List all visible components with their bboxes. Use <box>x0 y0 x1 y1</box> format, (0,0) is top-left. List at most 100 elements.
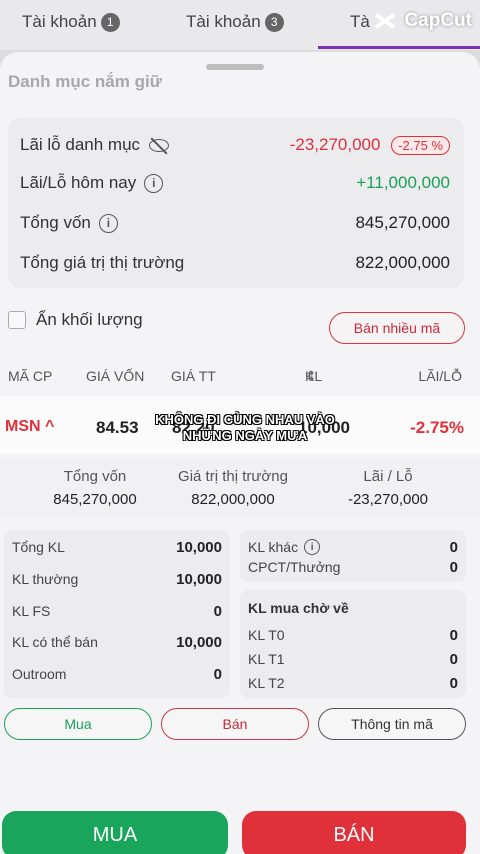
detail-value: 0 <box>213 602 222 620</box>
portfolio-sheet: Danh mục nắm giữ Lãi lỗ danh mục -23,270… <box>0 52 480 854</box>
market-value-label: Tổng giá trị thị trường <box>20 253 185 272</box>
tab-account-3[interactable]: Tài khoản 3 <box>186 12 284 32</box>
stock-code: MSN ^ <box>5 418 54 436</box>
detail-value: 0 <box>213 665 222 683</box>
detail-value: 10,000 <box>176 538 222 556</box>
info-icon[interactable]: i <box>304 539 321 555</box>
detail-label: Outroom <box>12 666 67 682</box>
drag-handle[interactable] <box>206 64 264 70</box>
column-cost: GIÁ VỐN <box>86 368 145 384</box>
other-volume-box: KL khác i 0 CPCT/Thưởng 0 <box>240 530 466 582</box>
info-icon[interactable]: i <box>98 213 118 233</box>
detail-row: KL có thể bán 10,000 <box>12 631 222 653</box>
watermark-text: CapCut <box>404 10 472 31</box>
detail-label: KL có thể bán <box>12 634 98 650</box>
sell-button[interactable]: Bán <box>161 708 309 740</box>
eye-off-icon[interactable] <box>148 138 170 152</box>
detail-row: KL khác i 0 <box>248 536 458 558</box>
hide-volume-toggle[interactable]: Ẩn khối lượng <box>8 310 143 330</box>
hide-volume-label: Ẩn khối lượng <box>36 310 143 329</box>
total-capital-label: Tổng vốn <box>20 213 91 232</box>
detail-row: Outroom 0 <box>12 663 222 685</box>
detail-row: CPCT/Thưởng 0 <box>248 556 458 578</box>
stock-info-button[interactable]: Thông tin mã <box>318 708 466 740</box>
tab-label: Tài khoản <box>186 12 261 31</box>
detail-row: KL T1 0 <box>248 648 458 670</box>
stock-cost: 84.53 <box>96 418 139 437</box>
stock-code-text: MSN <box>5 418 41 435</box>
total-capital-value: 845,270,000 <box>355 213 450 232</box>
detail-value: 10,000 <box>176 570 222 588</box>
detail-label: KL T0 <box>248 627 285 643</box>
sell-many-button[interactable]: Bán nhiều mã <box>329 312 465 344</box>
column-price: GIÁ TT <box>171 368 216 384</box>
pending-title: KL mua chờ về <box>248 600 349 616</box>
portfolio-pl-row: Lãi lỗ danh mục -23,270,000 -2.75 % <box>20 132 450 158</box>
column-pl: LÃI/LỖ <box>418 368 462 384</box>
detail-value: 0 <box>449 650 458 668</box>
portfolio-pl-pct-badge: -2.75 % <box>391 136 450 155</box>
portfolio-pl-label: Lãi lỗ danh mục <box>20 135 141 154</box>
pending-volume-box: KL mua chờ về KL T0 0 KL T1 0 KL T2 0 <box>240 590 466 698</box>
detail-value: 0 <box>449 674 458 692</box>
detail-value: 10,000 <box>176 633 222 651</box>
totals-capital-value: 845,270,000 <box>53 491 137 508</box>
hide-volume-checkbox[interactable] <box>8 311 26 329</box>
big-buy-button[interactable]: MUA <box>2 811 228 854</box>
tab-account-active[interactable]: Tà <box>350 12 370 32</box>
tab-number-badge: 3 <box>264 12 284 32</box>
detail-label: CPCT/Thưởng <box>248 559 341 575</box>
detail-value: 0 <box>449 538 458 556</box>
capcut-logo-icon <box>372 11 398 31</box>
volume-details-right: KL khác i 0 CPCT/Thưởng 0 KL mua chờ về KL… <box>240 530 466 698</box>
section-header: Danh mục nắm giữ <box>8 72 162 91</box>
today-pl-value: +11,000,000 <box>356 173 450 192</box>
market-value-value: 822,000,000 <box>355 253 450 272</box>
detail-label: KL khác <box>248 539 299 555</box>
total-capital-row: Tổng vốn i 845,270,000 <box>20 210 450 236</box>
market-value-row: Tổng giá trị thị trường 822,000,000 <box>20 250 450 276</box>
chevron-up-icon[interactable]: ^ <box>45 418 54 435</box>
totals-market: Giá trị thị trường 822,000,000 <box>170 468 296 508</box>
detail-row: KL thường 10,000 <box>12 568 222 590</box>
today-pl-label: Lãi/Lỗ hôm nay <box>20 173 137 192</box>
detail-row: Tổng KL 10,000 <box>12 536 222 558</box>
portfolio-summary-card: Lãi lỗ danh mục -23,270,000 -2.75 % Lãi/… <box>8 118 464 288</box>
totals-market-label: Giá trị thị trường <box>178 468 288 485</box>
totals-market-value: 822,000,000 <box>191 491 275 508</box>
holdings-table-header: MÃ CP GIÁ VỐN GIÁ TT KL ⇕ LÃI/LỖ <box>0 368 480 390</box>
detail-row: KL T0 0 <box>248 624 458 646</box>
tab-label: Tài khoản <box>22 12 97 31</box>
tab-account-1[interactable]: Tài khoản 1 <box>22 12 120 32</box>
detail-row: KL FS 0 <box>12 600 222 622</box>
today-pl-row: Lãi/Lỗ hôm nay i +11,000,000 <box>20 170 450 196</box>
tab-number-badge: 1 <box>100 12 120 32</box>
big-sell-button[interactable]: BÁN <box>242 811 466 854</box>
sort-icon: ⇕ <box>305 368 317 384</box>
info-icon[interactable]: i <box>144 173 164 193</box>
portfolio-pl-value: -23,270,000 <box>289 135 381 154</box>
detail-value: 0 <box>449 626 458 644</box>
volume-details-left: Tổng KL 10,000 KL thường 10,000 KL FS 0 KL … <box>4 530 230 698</box>
video-caption: KHÔNG ĐI CÙNG NHAU VÀO NHỮNG NGÀY MƯA <box>155 412 335 443</box>
active-tab-indicator <box>318 46 480 49</box>
totals-pl: Lãi / Lỗ -23,270,000 <box>330 468 446 508</box>
account-tab-bar: Tài khoản 1 Tài khoản 3 Tà CapCut <box>0 0 480 50</box>
detail-row: KL T2 0 <box>248 672 458 694</box>
totals-capital-label: Tổng vốn <box>63 468 127 485</box>
totals-capital: Tổng vốn 845,270,000 <box>30 468 160 508</box>
capcut-watermark: CapCut <box>372 10 472 32</box>
totals-pl-label: Lãi / Lỗ <box>363 468 413 485</box>
detail-label: KL FS <box>12 603 51 619</box>
buy-button[interactable]: Mua <box>4 708 152 740</box>
stock-totals: Tổng vốn 845,270,000 Giá trị thị trường … <box>0 458 480 518</box>
detail-label: Tổng KL <box>12 539 65 555</box>
detail-label: KL T2 <box>248 675 285 691</box>
detail-value: 0 <box>449 558 458 576</box>
tab-label: Tà <box>350 12 370 31</box>
column-code: MÃ CP <box>8 368 53 384</box>
stock-pl: -2.75% <box>410 418 464 437</box>
detail-label: KL T1 <box>248 651 285 667</box>
detail-label: KL thường <box>12 571 79 587</box>
totals-pl-value: -23,270,000 <box>347 491 429 508</box>
